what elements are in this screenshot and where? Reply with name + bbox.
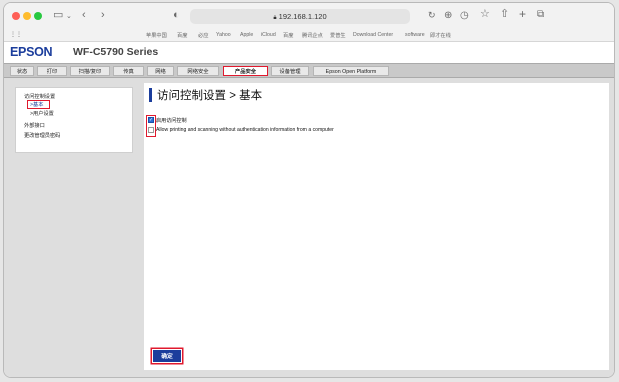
browser-window: ▭ ⌄ ‹ › ◐ 🔒︎ 192.168.1.120 ↻ ⊕ ◷ ☆ ⇧ + ⧉… — [3, 2, 615, 378]
model-name: WF-C5790 Series — [73, 46, 159, 58]
sidebar-item-access-control[interactable]: 访问控制设置 — [24, 93, 55, 100]
favorite-link[interactable]: software — [405, 32, 425, 38]
page-header: EPSON WF-C5790 Series — [4, 42, 614, 63]
favorite-link[interactable]: iCloud — [261, 32, 276, 38]
chevron-down-icon[interactable]: ⌄ — [66, 11, 72, 22]
tab-product-security[interactable]: 产品安全 — [223, 66, 268, 76]
tab-print[interactable]: 打印 — [37, 66, 67, 76]
new-tab-icon[interactable]: + — [519, 8, 526, 20]
page-title: 访问控制设置 > 基本 — [157, 90, 263, 102]
sidebar-item-change-admin-password[interactable]: 更改管理员密码 — [24, 132, 60, 139]
tab-status[interactable]: 状态 — [10, 66, 34, 76]
download-icon[interactable]: ⊕ — [444, 10, 452, 21]
favorite-link[interactable]: 苹果中国 — [146, 32, 167, 39]
privacy-shield-icon[interactable]: ◐ — [173, 10, 180, 21]
tab-device-management[interactable]: 设备管理 — [271, 66, 309, 76]
sidebar-item-user-settings[interactable]: >用户设置 — [30, 110, 54, 117]
tab-scan-copy[interactable]: 扫描/复印 — [70, 66, 110, 76]
minimize-window-button[interactable] — [23, 12, 31, 20]
sidebar-item-external-interface[interactable]: 外部接口 — [24, 122, 45, 129]
browser-toolbar: ▭ ⌄ ‹ › ◐ 🔒︎ 192.168.1.120 ↻ ⊕ ◷ ☆ ⇧ + ⧉ — [4, 3, 614, 29]
favorites-bar: ⋮⋮ 苹果中国 百度 必应 Yahoo Apple iCloud 百度 腾讯企点… — [4, 29, 614, 42]
lock-icon: 🔒︎ — [273, 15, 277, 21]
tab-network[interactable]: 网络 — [147, 66, 174, 76]
sidebar-icon[interactable]: ▭ — [53, 10, 63, 21]
tab-network-security[interactable]: 网络安全 — [177, 66, 219, 76]
title-accent-bar — [149, 88, 152, 102]
epson-logo: EPSON — [10, 45, 53, 59]
favorite-link[interactable]: 爱普生 — [330, 32, 346, 39]
allow-without-auth-label: Allow printing and scanning without auth… — [156, 127, 334, 133]
address-bar[interactable]: 🔒︎ 192.168.1.120 — [190, 9, 410, 24]
bookmark-star-icon[interactable]: ☆ — [480, 9, 490, 20]
content-area: 访问控制设置 >基本 >用户设置 外部接口 更改管理员密码 访问控制设置 > 基… — [4, 78, 614, 377]
favorite-link[interactable]: Apple — [240, 32, 253, 38]
allow-without-auth-checkbox[interactable] — [148, 127, 154, 133]
favorite-link[interactable]: 百度 — [177, 32, 187, 39]
grid-icon[interactable]: ⋮⋮ — [10, 31, 22, 38]
favorite-link[interactable]: Yahoo — [216, 32, 231, 38]
forward-icon[interactable]: › — [101, 10, 105, 21]
tab-epson-open-platform[interactable]: Epson Open Platform — [313, 66, 389, 76]
favorite-link[interactable]: Download Center — [353, 32, 393, 38]
favorite-link[interactable]: 即才在线 — [430, 32, 451, 39]
share-icon[interactable]: ⇧ — [500, 9, 509, 20]
favorite-link[interactable]: 百度 — [283, 32, 293, 39]
favorite-link[interactable]: 必应 — [198, 32, 208, 39]
sidebar: 访问控制设置 >基本 >用户设置 外部接口 更改管理员密码 — [15, 87, 133, 153]
ok-button[interactable]: 确定 — [152, 349, 182, 363]
close-window-button[interactable] — [12, 12, 20, 20]
back-icon[interactable]: ‹ — [82, 10, 86, 21]
favorite-link[interactable]: 腾讯企点 — [302, 32, 323, 39]
main-tab-bar: 状态 打印 扫描/复印 传真 网络 网络安全 产品安全 设备管理 Epson O… — [4, 63, 614, 78]
reload-icon[interactable]: ↻ — [428, 10, 436, 21]
tab-overview-icon[interactable]: ⧉ — [537, 9, 544, 20]
enable-access-control-label: 启用访问控制 — [156, 118, 187, 124]
main-panel: 访问控制设置 > 基本 ✓ 启用访问控制 Allow printing and … — [144, 83, 609, 370]
tab-fax[interactable]: 传真 — [113, 66, 144, 76]
history-icon[interactable]: ◷ — [460, 10, 469, 21]
zoom-window-button[interactable] — [34, 12, 42, 20]
enable-access-control-checkbox[interactable]: ✓ — [148, 117, 154, 123]
sidebar-item-basic[interactable]: >基本 — [27, 100, 51, 109]
url-text: 192.168.1.120 — [278, 12, 327, 21]
